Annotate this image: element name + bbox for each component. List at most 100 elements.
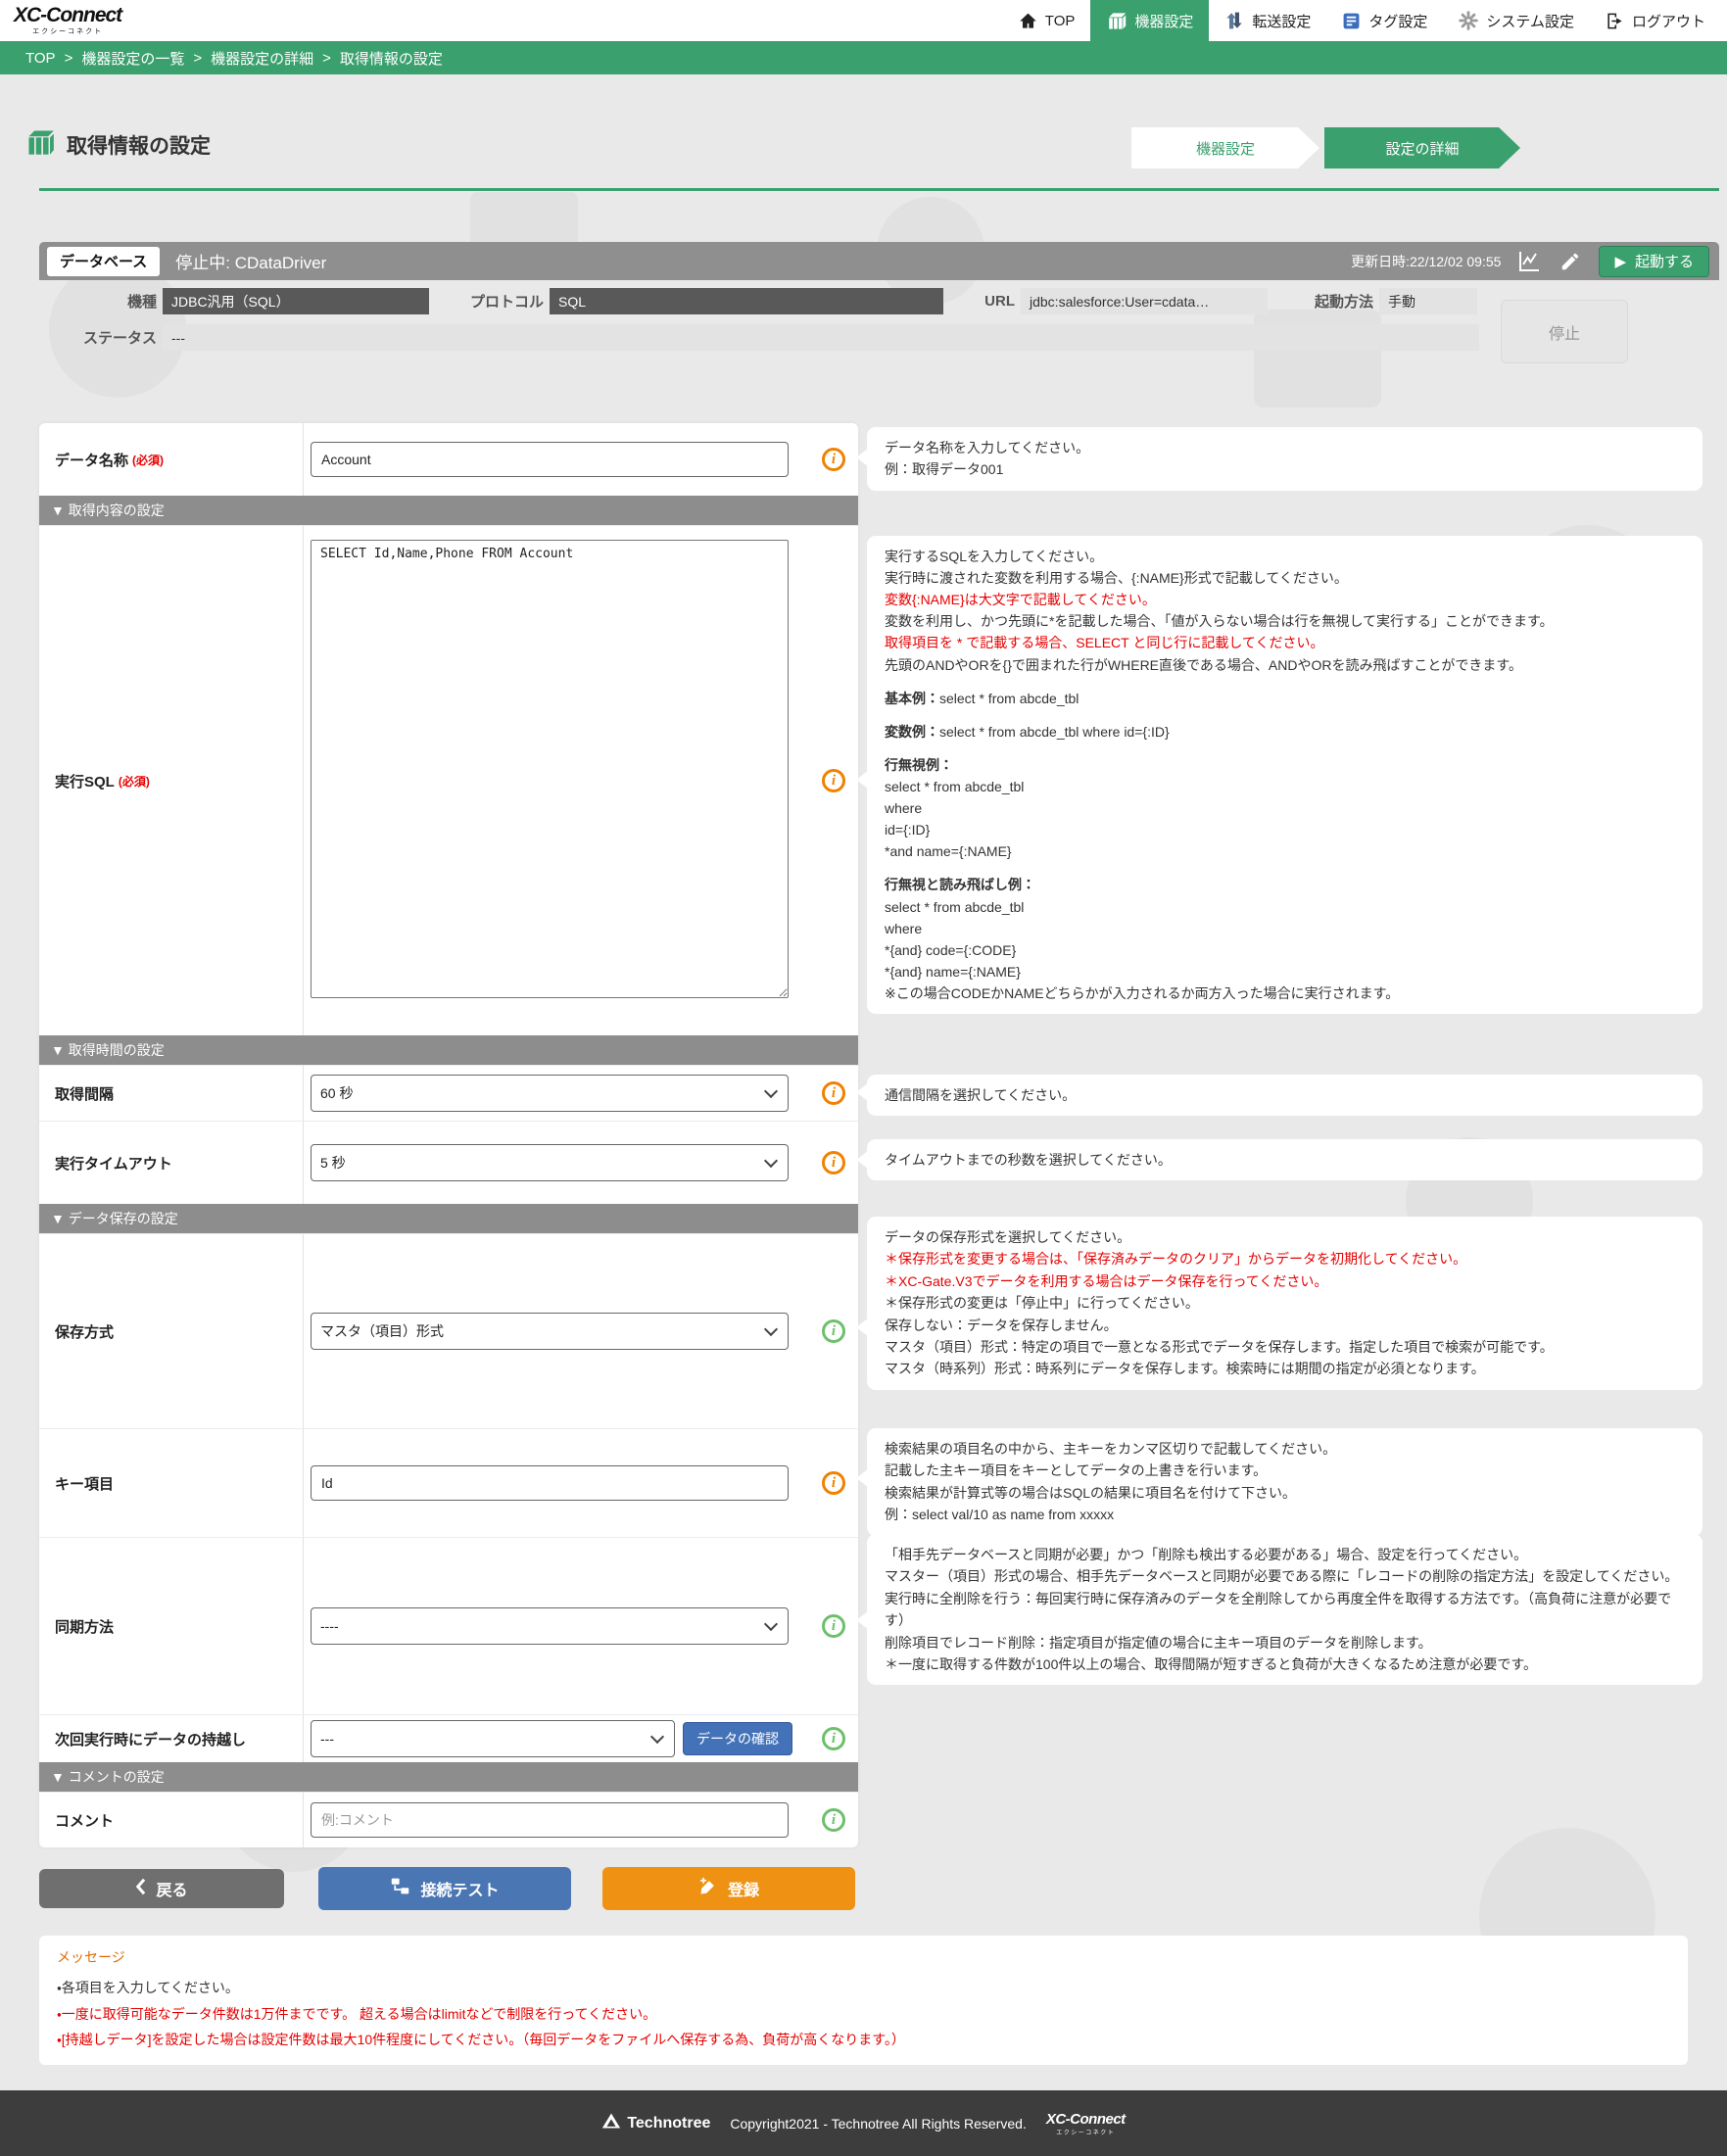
pencil-icon[interactable] xyxy=(1558,249,1583,274)
info-icon[interactable]: i xyxy=(822,769,845,792)
help-line: 変数を利用し、かつ先頭に*を記載した場合、「値が入らない場合は行を無視して実行す… xyxy=(885,610,1685,632)
connection-test-button[interactable]: 接続テスト xyxy=(318,1867,571,1910)
save-format-select[interactable]: マスタ（項目）形式 xyxy=(311,1313,789,1350)
breadcrumb-item-top[interactable]: TOP xyxy=(25,50,56,67)
help-line: 通信間隔を選択してください。 xyxy=(885,1084,1685,1106)
timeout-label: 実行タイムアウト xyxy=(39,1122,304,1204)
tab-database[interactable]: データベース xyxy=(47,247,160,276)
row-timeout: 実行タイムアウト 5 秒 i xyxy=(39,1121,858,1204)
start-button[interactable]: ▶ 起動する xyxy=(1599,246,1709,277)
chart-icon[interactable] xyxy=(1516,249,1542,274)
info-icon[interactable]: i xyxy=(822,1471,845,1495)
gear-icon xyxy=(1459,11,1478,30)
step-device-settings[interactable]: 機器設定 xyxy=(1131,127,1319,168)
comment-input[interactable] xyxy=(311,1802,789,1838)
data-check-button[interactable]: データの確認 xyxy=(683,1722,792,1755)
register-button[interactable]: 登録 xyxy=(602,1867,855,1910)
model-label: 機種 xyxy=(59,288,157,314)
help-line: 検索結果が計算式等の場合はSQLの結果に項目名を付けて下さい。 xyxy=(885,1482,1685,1504)
status-label: ステータス xyxy=(59,324,157,351)
top-navigation: XC-Connect エクシーコネクト TOP 機器設定 転送設定 タグ設定 xyxy=(0,0,1727,41)
menu-item-label: タグ設定 xyxy=(1368,11,1427,31)
help-line: 実行時に渡された変数を利用する場合、{:NAME}形式で記載してください。 xyxy=(885,567,1685,589)
row-carry-over: 次回実行時にデータの持越し --- データの確認 i xyxy=(39,1714,858,1762)
help-line: 削除項目でレコード削除：指定項目が指定値の場合に主キー項目のデータを削除します。 xyxy=(885,1632,1685,1653)
menu-item-top[interactable]: TOP xyxy=(1003,0,1091,41)
key-item-input[interactable] xyxy=(311,1465,789,1501)
menu-item-label: システム設定 xyxy=(1486,11,1574,31)
field-label: データ名称 xyxy=(55,450,128,470)
help-line: マスタ（項目）形式：特定の項目で一意となる形式でデータを保存します。指定した項目… xyxy=(885,1336,1685,1358)
menu-item-label: 転送設定 xyxy=(1252,11,1311,31)
menu-item-system-settings[interactable]: システム設定 xyxy=(1443,0,1590,41)
help-line: *and name={:NAME} xyxy=(885,840,1685,862)
connection-test-label: 接続テスト xyxy=(420,1877,499,1900)
info-icon[interactable]: i xyxy=(822,1614,845,1638)
menu-item-transfer-settings[interactable]: 転送設定 xyxy=(1209,0,1326,41)
breadcrumb-item-device-list[interactable]: 機器設定の一覧 xyxy=(81,48,184,69)
timeout-control: 5 秒 xyxy=(304,1144,858,1181)
footer-xc-logo-subtitle: エクシーコネクト xyxy=(1056,2128,1115,2136)
help-line: 変数例：select * from abcde_tbl where id={:I… xyxy=(885,721,1685,743)
section-header-save: ▼ データ保存の設定 xyxy=(39,1204,858,1233)
help-line: データ名称を入力してください。 xyxy=(885,437,1685,458)
start-button-label: 起動する xyxy=(1635,251,1694,271)
technotree-logo-icon xyxy=(601,2112,621,2134)
data-name-input[interactable] xyxy=(311,442,789,477)
sql-control: SELECT Id,Name,Phone FROM Account xyxy=(304,526,858,998)
help-line: *{and} code={:CODE} xyxy=(885,939,1685,961)
help-line: where xyxy=(885,918,1685,939)
sync-method-select[interactable]: ---- xyxy=(311,1607,789,1645)
help-line: 取得項目を * で記載する場合、SELECT と同じ行に記載してください。 xyxy=(885,632,1685,653)
help-line xyxy=(885,676,1685,688)
info-icon[interactable]: i xyxy=(822,1727,845,1750)
help-bubble-timeout: タイムアウトまでの秒数を選択してください。 xyxy=(867,1139,1703,1180)
breadcrumb-item-device-detail[interactable]: 機器設定の詳細 xyxy=(211,48,313,69)
carry-over-select-wrap: --- xyxy=(311,1720,675,1757)
footer: Technotree Copyright2021 - Technotree Al… xyxy=(0,2090,1727,2156)
timeout-select[interactable]: 5 秒 xyxy=(311,1144,789,1181)
help-line: 先頭のANDやORを{}で囲まれた行がWHERE直後である場合、ANDやORを読… xyxy=(885,654,1685,676)
help-line: ・各項目を入力してください。 xyxy=(57,1975,1670,2001)
menu-item-logout[interactable]: ログアウト xyxy=(1590,0,1721,41)
help-line: select * from abcde_tbl xyxy=(885,776,1685,797)
app-logo-title: XC-Connect xyxy=(14,5,121,25)
info-icon[interactable]: i xyxy=(822,1081,845,1105)
required-mark: (必須) xyxy=(132,452,164,468)
help-line: タイムアウトまでの秒数を選択してください。 xyxy=(885,1149,1685,1171)
info-icon[interactable]: i xyxy=(822,1319,845,1343)
stop-button[interactable]: 停止 xyxy=(1501,300,1628,363)
menu-item-label: TOP xyxy=(1045,13,1076,29)
message-title: メッセージ xyxy=(57,1947,1670,1967)
help-line: 保存しない：データを保存しません。 xyxy=(885,1315,1685,1336)
home-icon xyxy=(1019,12,1037,30)
carry-over-select[interactable]: --- xyxy=(311,1720,675,1757)
interval-select-wrap: 60 秒 xyxy=(311,1075,789,1112)
menu-item-device-settings[interactable]: 機器設定 xyxy=(1090,0,1209,41)
help-line: ＊一度に取得する件数が100件以上の場合、取得間隔が短すぎると負荷が大きくなるた… xyxy=(885,1653,1685,1675)
footer-brand-name: Technotree xyxy=(627,2115,710,2132)
help-line: *{and} name={:NAME} xyxy=(885,961,1685,982)
info-icon[interactable]: i xyxy=(822,1151,845,1174)
info-icon[interactable]: i xyxy=(822,448,845,471)
back-button[interactable]: 戻る xyxy=(39,1869,284,1908)
help-line: 実行するSQLを入力してください。 xyxy=(885,546,1685,567)
menu-item-tag-settings[interactable]: タグ設定 xyxy=(1326,0,1443,41)
model-value: JDBC汎用（SQL） xyxy=(163,288,429,314)
updated-timestamp: 更新日時:22/12/02 09:55 xyxy=(1351,252,1501,271)
row-key-item: キー項目 i xyxy=(39,1428,858,1537)
footer-brand: Technotree xyxy=(601,2112,710,2134)
app-logo[interactable]: XC-Connect エクシーコネクト xyxy=(14,0,121,41)
help-bubble-sync-method: 「相手先データベースと同期が必要」かつ「削除も検出する必要がある」場合、設定を行… xyxy=(867,1534,1703,1685)
help-bubble-save-format: データの保存形式を選択してください。＊保存形式を変更する場合は、「保存済みデータ… xyxy=(867,1217,1703,1390)
info-icon[interactable]: i xyxy=(822,1808,845,1832)
sql-textarea[interactable]: SELECT Id,Name,Phone FROM Account xyxy=(311,540,789,998)
interval-control: 60 秒 xyxy=(304,1075,858,1112)
field-label: 実行タイムアウト xyxy=(55,1153,172,1174)
help-bubble-interval: 通信間隔を選択してください。 xyxy=(867,1075,1703,1116)
boot-method-label: 起動方法 xyxy=(1303,288,1373,314)
boot-method-value: 手動 xyxy=(1379,288,1477,314)
help-line: where xyxy=(885,797,1685,819)
breadcrumb-separator: > xyxy=(322,50,331,67)
interval-select[interactable]: 60 秒 xyxy=(311,1075,789,1112)
